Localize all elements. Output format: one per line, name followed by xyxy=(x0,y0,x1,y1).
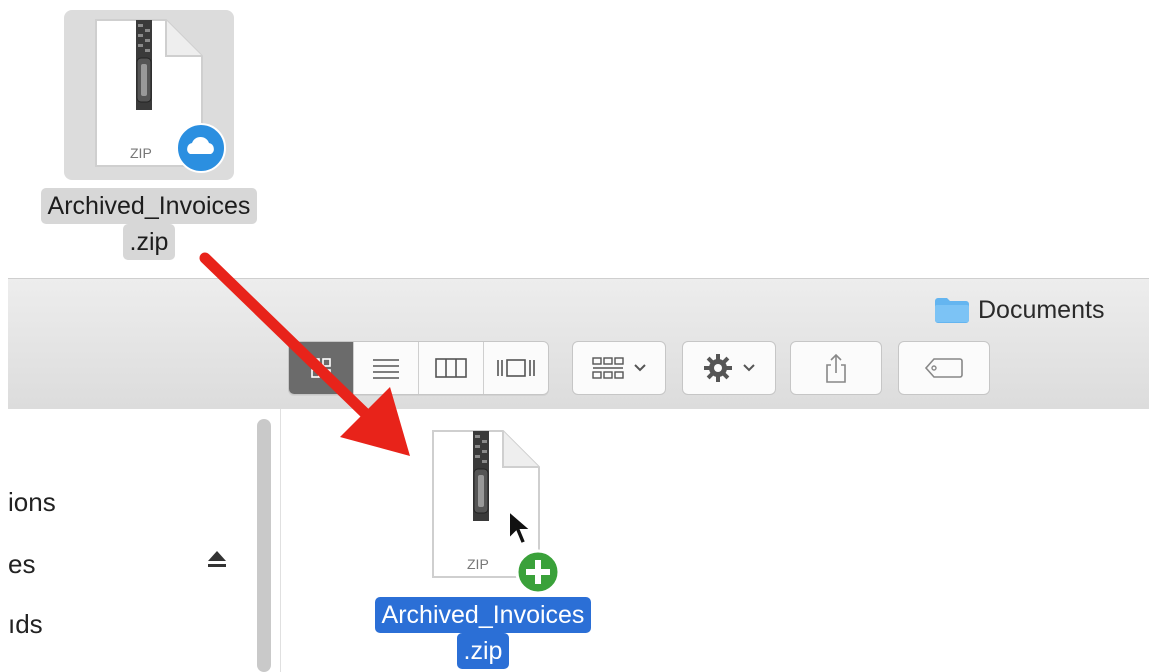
chevron-down-icon xyxy=(743,364,755,372)
share-icon xyxy=(826,353,846,383)
cover-flow-icon xyxy=(497,359,535,377)
view-mode-control xyxy=(288,341,549,395)
scrollbar-thumb[interactable] xyxy=(257,419,271,672)
file-name-line1: Archived_Invoices xyxy=(374,597,592,633)
folder-icon xyxy=(934,297,970,323)
icon-view-button[interactable] xyxy=(289,342,354,394)
finder-sidebar: ions es ıds xyxy=(8,409,281,672)
icon-view-icon xyxy=(311,358,331,378)
share-button[interactable] xyxy=(790,341,882,395)
zip-type-label: ZIP xyxy=(467,556,489,572)
arrange-grid-icon xyxy=(592,357,624,379)
gear-icon xyxy=(704,354,732,382)
cloud-icon xyxy=(176,123,226,178)
sidebar-item-downloads[interactable]: ıds xyxy=(8,609,43,640)
column-view-button[interactable] xyxy=(419,342,484,394)
column-view-icon xyxy=(435,358,467,378)
file-name-line2: .zip xyxy=(122,224,176,260)
finder-content: ZIP Archived_Invoices .zip xyxy=(281,409,1149,672)
list-view-button[interactable] xyxy=(354,342,419,394)
file-name-line1: Archived_Invoices xyxy=(40,188,258,224)
chevron-down-icon xyxy=(634,364,646,372)
sidebar-item-devices[interactable]: es xyxy=(8,549,35,580)
dragged-file-tile[interactable]: ZIP xyxy=(64,10,234,180)
list-view-icon xyxy=(373,359,399,379)
finder-window: Documents ions es ıds ZIP Archived_Invoi… xyxy=(8,278,1149,672)
sidebar-item-applications[interactable]: ions xyxy=(8,487,56,518)
file-name[interactable]: Archived_Invoices .zip xyxy=(351,597,615,669)
finder-toolbar: Documents xyxy=(8,278,1149,410)
window-title: Documents xyxy=(934,295,1104,325)
dragged-file-name: Archived_Invoices .zip xyxy=(18,188,280,260)
zip-type-label: ZIP xyxy=(130,145,152,161)
tags-button[interactable] xyxy=(898,341,990,395)
eject-icon[interactable] xyxy=(206,549,228,574)
action-button[interactable] xyxy=(682,341,776,395)
arrange-button[interactable] xyxy=(572,341,666,395)
tag-icon xyxy=(924,358,963,378)
window-title-text: Documents xyxy=(978,295,1105,324)
file-name-line2: .zip xyxy=(456,633,510,669)
mouse-cursor-icon xyxy=(507,508,535,554)
sidebar-scrollbar[interactable] xyxy=(254,419,274,672)
copy-plus-icon xyxy=(515,549,561,600)
cover-flow-view-button[interactable] xyxy=(484,342,548,394)
